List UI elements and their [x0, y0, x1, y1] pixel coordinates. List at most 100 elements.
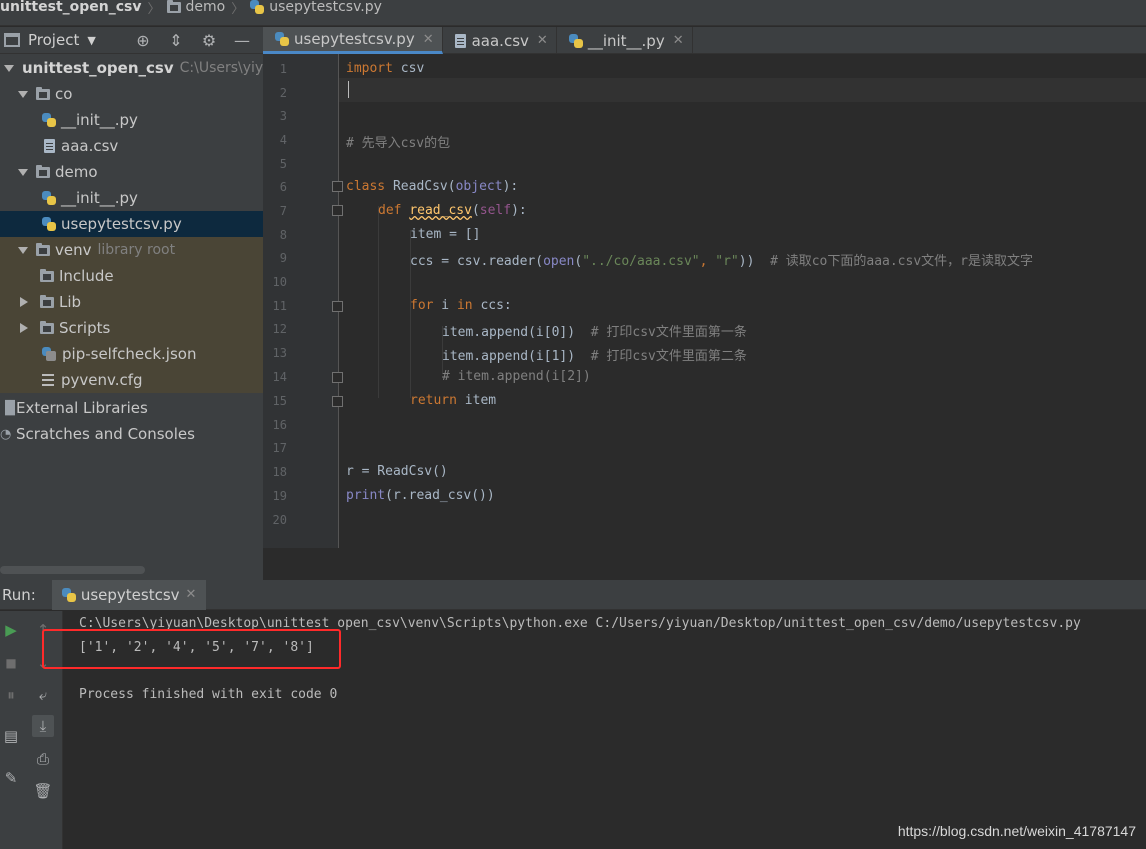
scroll-to-end-icon[interactable]: ⤓ — [32, 715, 54, 737]
code-token: item — [456, 393, 497, 408]
fold-marker-icon[interactable] — [332, 181, 343, 192]
code-token: # 读取co下面的aaa.csv文件，r是读取文字 — [770, 254, 1033, 269]
tree-item-external-libraries[interactable]: ▐▌ External Libraries — [0, 395, 263, 421]
code-line-7: def read_csv(self): — [378, 203, 527, 218]
expand-arrow-icon[interactable] — [4, 64, 14, 72]
tab-label: aaa.csv — [471, 31, 529, 50]
csv-file-icon — [44, 139, 55, 153]
hide-panel-icon[interactable]: — — [230, 31, 254, 50]
expand-arrow-icon[interactable] — [18, 90, 28, 98]
fold-marker-icon[interactable] — [332, 396, 343, 407]
project-view-selector[interactable]: Project ▼ — [4, 31, 96, 49]
close-icon[interactable]: ✕ — [423, 32, 434, 47]
current-line-highlight — [339, 78, 1146, 102]
code-token: object — [455, 179, 503, 194]
csv-file-icon — [454, 33, 466, 48]
python-file-icon — [568, 33, 583, 48]
breadcrumb: unittest_open_csv 〉 demo 〉 usepytestcsv.… — [0, 0, 1146, 26]
code-line-15: return item — [410, 393, 496, 408]
rerun-icon[interactable]: ▶ — [0, 619, 22, 641]
horizontal-scrollbar[interactable] — [0, 566, 145, 574]
line-number: 14 — [272, 370, 287, 384]
code-token: ReadCsv( — [385, 179, 456, 194]
expand-arrow-icon[interactable] — [18, 246, 28, 254]
code-token: csv — [392, 61, 425, 76]
tree-item-label: venv — [55, 241, 92, 259]
stop-icon[interactable]: ■ — [0, 652, 22, 674]
collapse-arrow-icon[interactable] — [20, 297, 28, 307]
code-token: ccs = csv.reader( — [410, 254, 544, 269]
pin-icon[interactable]: ✎ — [0, 767, 22, 789]
tree-item-demo[interactable]: demo — [0, 159, 263, 185]
line-number: 20 — [272, 513, 287, 527]
tree-item-venv[interactable]: venv library root — [0, 237, 263, 263]
tree-item-scratches[interactable]: ◔ Scratches and Consoles — [0, 421, 263, 447]
tree-item-pip-selfcheck[interactable]: pip-selfcheck.json — [0, 341, 263, 367]
code-token: self — [479, 203, 512, 218]
scratches-icon: ◔ — [0, 426, 12, 442]
line-number: 12 — [272, 322, 287, 336]
close-icon[interactable]: ✕ — [673, 33, 684, 48]
fold-marker-icon[interactable] — [332, 372, 343, 383]
collapse-all-icon[interactable]: ⇕ — [164, 31, 188, 50]
tree-item-include[interactable]: Include — [0, 263, 263, 289]
breadcrumb-file[interactable]: usepytestcsv.py — [250, 0, 382, 15]
code-editor[interactable]: 1 2 3 4 5 6 7 8 9 10 11 12 13 14 15 16 17 18 19 20 import c… — [263, 54, 1146, 548]
soft-wrap-icon[interactable]: ⤶ — [32, 684, 54, 706]
code-token: ): — [502, 179, 519, 194]
library-icon: ▐▌ — [0, 400, 20, 416]
code-line-18: r = ReadCsv() — [346, 464, 448, 479]
tree-item-pyvenv-cfg[interactable]: pyvenv.cfg — [0, 367, 263, 393]
tree-item-aaa-csv[interactable]: aaa.csv — [0, 133, 263, 159]
tree-item-scripts[interactable]: Scripts — [0, 315, 263, 341]
breadcrumb-project[interactable]: unittest_open_csv — [0, 0, 142, 15]
locate-icon[interactable]: ⊕ — [131, 31, 155, 50]
code-token: ccs: — [472, 298, 512, 313]
fold-marker-icon[interactable] — [332, 301, 343, 312]
breadcrumb-folder[interactable]: demo — [166, 0, 226, 15]
tree-item-usepytestcsv[interactable]: usepytestcsv.py — [0, 211, 263, 237]
run-tab-usepytestcsv[interactable]: usepytestcsv ✕ — [51, 579, 207, 610]
close-icon[interactable]: ✕ — [537, 33, 548, 48]
collapse-arrow-icon[interactable] — [20, 323, 28, 333]
fold-marker-icon[interactable] — [332, 205, 343, 216]
trash-icon[interactable]: 🗑 — [32, 780, 54, 802]
console-exit-line: Process finished with exit code 0 — [79, 687, 338, 702]
tree-item-co[interactable]: co — [0, 81, 263, 107]
line-number: 10 — [272, 275, 287, 289]
tab-init[interactable]: __init__.py ✕ — [557, 27, 693, 54]
code-line-14: # item.append(i[2]) — [442, 369, 591, 384]
tree-item-demo-init[interactable]: __init__.py — [0, 185, 263, 211]
json-file-icon — [42, 347, 56, 361]
code-token: item.append(i[1]) — [442, 349, 591, 364]
tree-item-label: __init__.py — [61, 189, 138, 207]
tab-aaa-csv[interactable]: aaa.csv ✕ — [443, 27, 557, 54]
python-file-icon — [61, 587, 76, 602]
close-icon[interactable]: ✕ — [186, 587, 197, 602]
layout-icon[interactable]: ▤ — [0, 725, 22, 747]
project-panel-icon — [4, 33, 20, 47]
tree-item-label: Scratches and Consoles — [16, 425, 195, 443]
tree-item-lib[interactable]: Lib — [0, 289, 263, 315]
line-number: 16 — [272, 418, 287, 432]
line-number: 1 — [279, 62, 287, 76]
code-token: # 打印csv文件里面第二条 — [590, 349, 747, 364]
tree-item-project-root[interactable]: unittest_open_csv C:\Users\yiyua — [0, 55, 263, 81]
tab-usepytestcsv[interactable]: usepytestcsv.py ✕ — [263, 27, 443, 54]
tree-item-co-init[interactable]: __init__.py — [0, 107, 263, 133]
pause-icon[interactable]: ⏸ — [0, 684, 22, 706]
tree-item-label: Scripts — [59, 319, 111, 337]
print-icon[interactable]: ⎙ — [32, 748, 54, 770]
code-line-19: print(r.read_csv()) — [346, 488, 495, 503]
text-caret — [348, 81, 349, 98]
line-number: 18 — [272, 465, 287, 479]
code-token: # 打印csv文件里面第一条 — [590, 325, 747, 340]
breadcrumb-folder-label: demo — [185, 0, 226, 15]
code-token: def — [378, 203, 410, 218]
code-token: import — [346, 61, 393, 76]
line-number: 19 — [272, 489, 287, 503]
gear-icon[interactable]: ⚙ — [197, 31, 221, 50]
tree-item-label: aaa.csv — [61, 137, 119, 155]
code-token: "r" — [715, 254, 739, 269]
expand-arrow-icon[interactable] — [18, 168, 28, 176]
